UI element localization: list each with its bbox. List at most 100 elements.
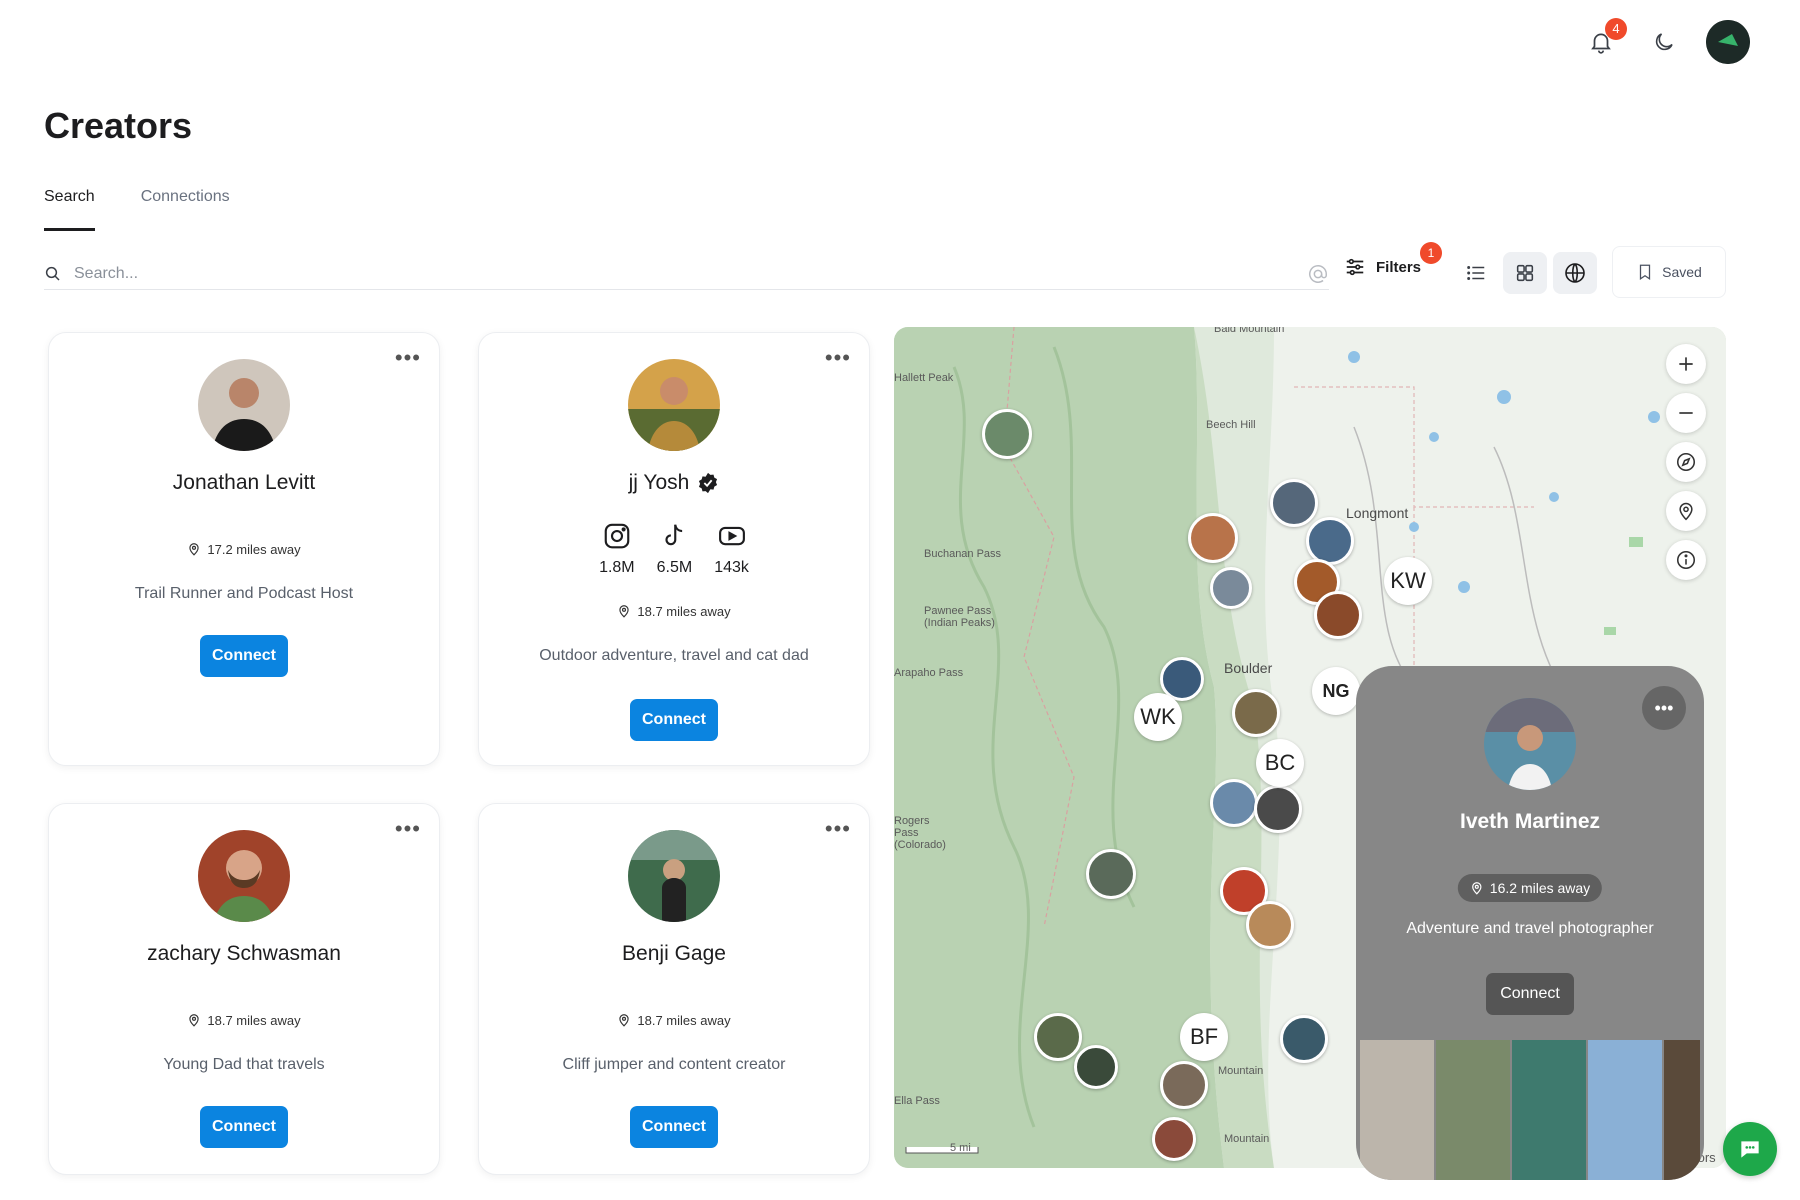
- youtube-icon: [718, 526, 745, 546]
- content-thumbnail[interactable]: [1512, 1040, 1586, 1180]
- more-options-button[interactable]: •••: [825, 345, 851, 371]
- creator-map-marker[interactable]: [1314, 591, 1362, 639]
- map-label: Arapaho Pass: [894, 667, 964, 679]
- location-pin-icon: [189, 543, 200, 556]
- creator-map-marker[interactable]: [1210, 779, 1258, 827]
- user-avatar[interactable]: [1706, 20, 1750, 64]
- creator-map-marker[interactable]: [1160, 1061, 1208, 1109]
- connect-button[interactable]: Connect: [200, 635, 288, 677]
- compass-button[interactable]: [1666, 442, 1706, 482]
- creator-map-marker[interactable]: [1254, 785, 1302, 833]
- creator-avatar: [198, 359, 290, 451]
- distance-text: 18.7 miles away: [637, 603, 731, 619]
- tiktok-stat[interactable]: 6.5M: [656, 521, 693, 577]
- compass-icon: [1676, 452, 1696, 472]
- locate-button[interactable]: [1666, 491, 1706, 531]
- creator-map-marker[interactable]: [1074, 1045, 1118, 1089]
- search-icon: [45, 266, 60, 281]
- creator-map-marker[interactable]: [1152, 1117, 1196, 1161]
- initials-map-marker[interactable]: BC: [1256, 739, 1304, 787]
- creator-distance: 16.2 miles away: [1457, 874, 1603, 902]
- initials-map-marker[interactable]: NG: [1312, 667, 1360, 715]
- map-label: Buchanan Pass: [924, 548, 1002, 560]
- creator-distance: 18.7 miles away: [479, 1012, 869, 1028]
- chat-support-button[interactable]: [1723, 1122, 1777, 1176]
- creator-bio: Adventure and travel photographer: [1406, 920, 1654, 937]
- connect-button[interactable]: Connect: [200, 1106, 288, 1148]
- list-icon: [1467, 266, 1485, 280]
- initials-map-marker[interactable]: WK: [1134, 693, 1182, 741]
- location-pin-icon: [619, 1014, 630, 1027]
- more-options-button[interactable]: •••: [395, 345, 421, 371]
- initials-map-marker[interactable]: BF: [1180, 1013, 1228, 1061]
- zoom-in-button[interactable]: [1666, 344, 1706, 384]
- tiktok-icon: [665, 524, 683, 546]
- grid-view-button[interactable]: [1503, 252, 1547, 294]
- creator-popup[interactable]: ••• Iveth Martinez 16.2 miles away Adven…: [1356, 666, 1704, 1180]
- distance-text: 17.2 miles away: [207, 541, 301, 557]
- theme-toggle-button[interactable]: [1644, 22, 1684, 62]
- connect-button[interactable]: Connect: [1486, 973, 1574, 1015]
- map-label: Mountain: [1218, 1065, 1264, 1077]
- map-label: Bald Mountain: [1214, 327, 1285, 335]
- creator-map-marker[interactable]: [982, 409, 1032, 459]
- map-label: Mountain: [1224, 1133, 1270, 1145]
- creator-map-marker[interactable]: [1086, 849, 1136, 899]
- creator-card[interactable]: ••• jj Yosh 1.8M 6.5M 143k 18.7 miles aw…: [478, 332, 870, 766]
- creator-avatar: [628, 830, 720, 922]
- info-button[interactable]: [1666, 540, 1706, 580]
- map-view-button[interactable]: [1553, 252, 1597, 294]
- content-thumbnail[interactable]: [1664, 1040, 1700, 1180]
- saved-label: Saved: [1662, 264, 1702, 280]
- initials-map-marker[interactable]: KW: [1384, 557, 1432, 605]
- filters-button[interactable]: Filters: [1344, 256, 1421, 278]
- moon-icon: [1655, 33, 1673, 51]
- youtube-stat[interactable]: 143k: [714, 521, 749, 577]
- social-stats: 1.8M 6.5M 143k: [479, 521, 869, 577]
- connect-button[interactable]: Connect: [630, 1106, 718, 1148]
- map-city-label: Boulder: [1224, 660, 1273, 676]
- content-thumbnail[interactable]: [1588, 1040, 1662, 1180]
- more-options-button[interactable]: •••: [395, 816, 421, 842]
- instagram-count: 1.8M: [599, 559, 635, 576]
- creator-map-marker[interactable]: [1210, 567, 1252, 609]
- content-thumbnail[interactable]: [1436, 1040, 1510, 1180]
- distance-text: 18.7 miles away: [207, 1012, 301, 1028]
- chat-bubble-icon: [1741, 1141, 1759, 1158]
- creator-map-marker[interactable]: [1034, 1013, 1082, 1061]
- tab-connections[interactable]: Connections: [141, 188, 230, 231]
- connect-button[interactable]: Connect: [630, 699, 718, 741]
- creator-map-marker[interactable]: [1280, 1015, 1328, 1063]
- creator-card[interactable]: ••• Benji Gage 18.7 miles away Cliff jum…: [478, 803, 870, 1175]
- list-view-button[interactable]: [1454, 252, 1498, 294]
- instagram-stat[interactable]: 1.8M: [599, 521, 635, 577]
- at-sign-icon[interactable]: [1307, 263, 1329, 285]
- more-options-button[interactable]: •••: [825, 816, 851, 842]
- content-thumbnail[interactable]: [1360, 1040, 1434, 1180]
- creator-map-marker[interactable]: [1188, 513, 1238, 563]
- info-icon: [1676, 550, 1696, 570]
- creator-card[interactable]: ••• Jonathan Levitt 17.2 miles away Trai…: [48, 332, 440, 766]
- zoom-out-button[interactable]: [1666, 393, 1706, 433]
- notification-count-badge: 4: [1605, 18, 1627, 40]
- tiktok-count: 6.5M: [656, 559, 693, 576]
- verified-badge-icon: [699, 472, 718, 494]
- creator-map-marker[interactable]: [1232, 689, 1280, 737]
- creator-map-marker[interactable]: [1246, 901, 1294, 949]
- tab-search[interactable]: Search: [44, 188, 95, 231]
- filters-label: Filters: [1376, 258, 1422, 276]
- search-input[interactable]: [74, 264, 1307, 283]
- creator-name-row: jj Yosh: [479, 471, 869, 495]
- creator-card[interactable]: ••• zachary Schwasman 18.7 miles away Yo…: [48, 803, 440, 1175]
- creator-distance: 18.7 miles away: [49, 1012, 439, 1028]
- location-pin-icon: [189, 1014, 200, 1027]
- location-pin-icon: [1679, 502, 1693, 521]
- youtube-count: 143k: [714, 559, 749, 576]
- more-options-button[interactable]: •••: [1642, 686, 1686, 730]
- saved-button[interactable]: Saved: [1612, 246, 1726, 298]
- creator-map-marker[interactable]: [1270, 479, 1318, 527]
- creator-map-marker[interactable]: [1306, 517, 1354, 565]
- grid-icon: [1516, 264, 1534, 282]
- creator-distance: 18.7 miles away: [479, 603, 869, 619]
- page-title: Creators: [44, 105, 193, 146]
